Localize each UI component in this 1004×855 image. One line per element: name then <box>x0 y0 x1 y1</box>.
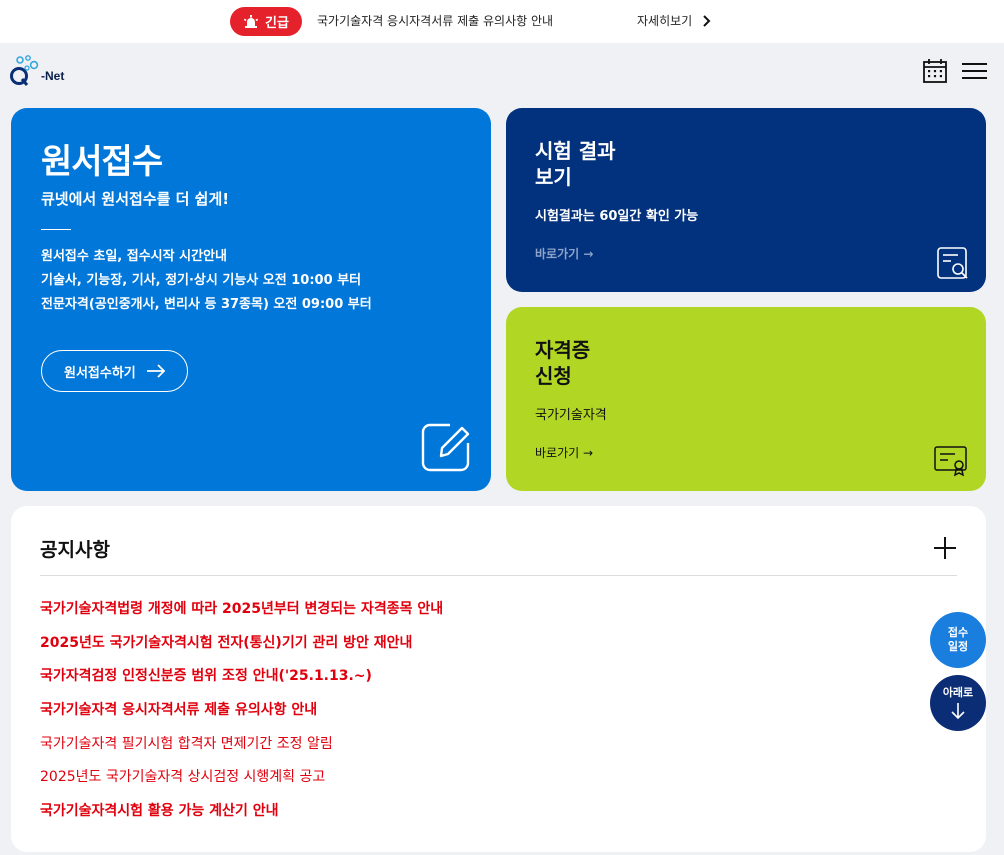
certificate-card[interactable]: 자격증 신청 국가기술자격 바로가기 → <box>506 307 986 491</box>
arrow-right-icon <box>146 364 166 378</box>
exam-result-card[interactable]: 시험 결과 보기 시험결과는 60일간 확인 가능 바로가기 → <box>506 108 986 292</box>
certificate-icon <box>934 446 967 477</box>
application-subtitle: 큐넷에서 원서접수를 더 쉽게! <box>41 190 230 208</box>
logo-text: -Net <box>41 69 65 83</box>
notice-item[interactable]: 국가기술자격시험 활용 가능 계산기 안내 <box>40 799 443 833</box>
application-title: 원서접수 <box>41 142 163 182</box>
schedule-label-line: 접수 <box>947 626 969 639</box>
notice-item[interactable]: 국가기술자격 응시자격서류 제출 유의사항 안내 <box>40 698 443 732</box>
notice-list: 국가기술자격법령 개정에 따라 2025년부터 변경되는 자격종목 안내 202… <box>40 597 443 833</box>
application-info-line: 기술사, 기능장, 기사, 정기·상시 기능사 오전 10:00 부터 <box>41 273 362 288</box>
application-info-line: 원서접수 초일, 접수시작 시간안내 <box>41 249 227 264</box>
chevron-right-icon <box>703 14 711 27</box>
schedule-label-line: 일정 <box>947 640 969 653</box>
application-info: 원서접수 초일, 접수시작 시간안내 기술사, 기능장, 기사, 정기·상시 기… <box>41 245 372 317</box>
application-info-line: 전문자격(공인중개사, 변리사 등 37종목) 오전 09:00 부터 <box>41 297 372 312</box>
urgent-alert-bar: 긴급 국가기술자격 응시자격서류 제출 유의사항 안내 자세히보기 <box>0 0 1004 43</box>
apply-now-label: 원서접수하기 <box>64 364 136 380</box>
scroll-down-floating-button[interactable]: 아래로 <box>930 675 986 731</box>
alert-more-label: 자세히보기 <box>637 14 693 28</box>
edit-pencil-icon <box>421 423 470 472</box>
plus-icon[interactable] <box>933 536 957 560</box>
alert-message-link[interactable]: 국가기술자격 응시자격서류 제출 유의사항 안내 <box>317 12 553 29</box>
exam-result-subtitle: 시험결과는 60일간 확인 가능 <box>535 209 699 224</box>
divider <box>41 229 71 230</box>
urgent-badge-label: 긴급 <box>265 16 289 31</box>
document-search-icon <box>937 247 968 279</box>
notice-item[interactable]: 2025년도 국가기술자격 상시검정 시행계획 공고 <box>40 765 443 799</box>
notice-item[interactable]: 2025년도 국가기술자격시험 전자(통신)기기 관리 방안 재안내 <box>40 631 443 665</box>
application-card[interactable]: 원서접수 큐넷에서 원서접수를 더 쉽게! 원서접수 초일, 접수시작 시간안내… <box>11 108 491 491</box>
exam-result-title-line: 시험 결과 <box>535 139 616 163</box>
notice-item[interactable]: 국가기술자격법령 개정에 따라 2025년부터 변경되는 자격종목 안내 <box>40 597 443 631</box>
certificate-shortcut-link[interactable]: 바로가기 → <box>535 444 593 461</box>
notice-title: 공지사항 <box>40 539 110 561</box>
notice-item[interactable]: 국가자격검정 인정신분증 범위 조정 안내('25.1.13.~) <box>40 664 443 698</box>
scroll-down-label: 아래로 <box>942 686 974 699</box>
calendar-icon[interactable] <box>923 59 947 83</box>
notice-item[interactable]: 국가기술자격 필기시험 합격자 면제기간 조정 알림 <box>40 732 443 766</box>
hamburger-menu-icon[interactable] <box>962 62 987 80</box>
certificate-title-line: 자격증 <box>535 338 591 362</box>
exam-result-title: 시험 결과 보기 <box>535 138 616 190</box>
arrow-down-icon <box>951 703 965 719</box>
urgent-badge: 긴급 <box>230 7 302 36</box>
certificate-title: 자격증 신청 <box>535 337 590 389</box>
exam-result-title-line: 보기 <box>535 165 572 189</box>
certificate-subtitle: 국가기술자격 <box>535 408 607 423</box>
certificate-title-line: 신청 <box>535 364 572 388</box>
exam-result-shortcut-link[interactable]: 바로가기 → <box>535 245 593 262</box>
alert-more-link[interactable]: 자세히보기 <box>637 12 711 29</box>
notice-section: 공지사항 국가기술자격법령 개정에 따라 2025년부터 변경되는 자격종목 안… <box>11 506 986 852</box>
siren-icon <box>244 14 258 28</box>
apply-now-button[interactable]: 원서접수하기 <box>41 350 188 392</box>
divider <box>40 575 957 576</box>
schedule-floating-button[interactable]: 접수 일정 <box>930 612 986 668</box>
